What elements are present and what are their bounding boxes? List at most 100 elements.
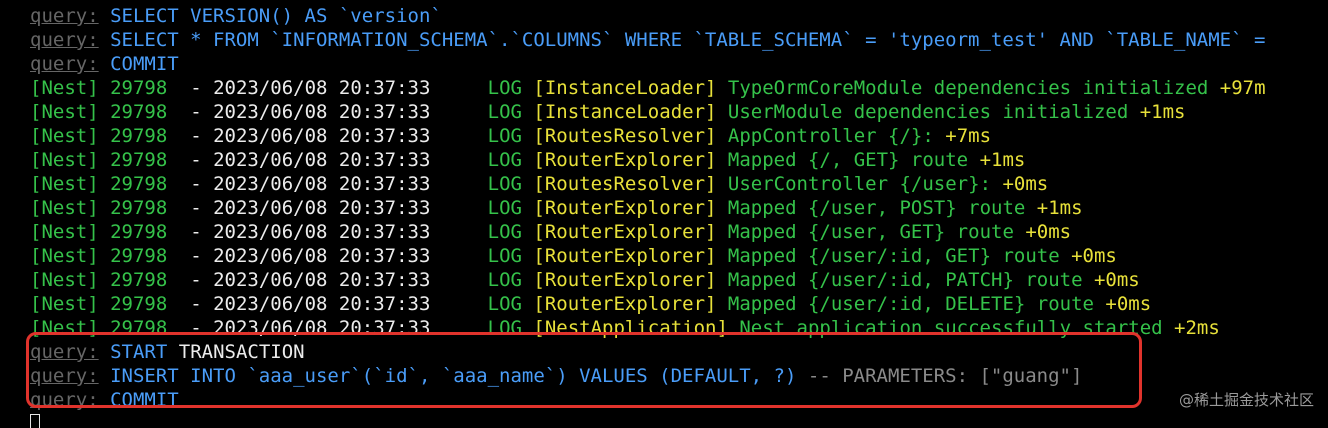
log-pid: 29798: [110, 221, 168, 243]
log-dash: -: [190, 269, 202, 291]
log-level: LOG: [487, 125, 522, 147]
log-level: LOG: [487, 197, 522, 219]
query-line: query: SELECT * FROM `INFORMATION_SCHEMA…: [0, 28, 1328, 52]
log-level: LOG: [487, 149, 522, 171]
log-context: [RouterExplorer]: [533, 149, 717, 171]
log-duration: +0ms: [1025, 221, 1072, 243]
log-dash: -: [190, 245, 202, 267]
log-duration: +0ms: [1105, 293, 1152, 315]
log-context: [RouterExplorer]: [533, 269, 717, 291]
nest-prefix: [Nest]: [30, 221, 99, 243]
log-timestamp: 2023/06/08 20:37:33: [213, 245, 431, 267]
log-pid: 29798: [110, 293, 168, 315]
log-duration: +1ms: [979, 149, 1026, 171]
log-timestamp: 2023/06/08 20:37:33: [213, 269, 431, 291]
log-dash: -: [190, 125, 202, 147]
log-timestamp: 2023/06/08 20:37:33: [213, 149, 431, 171]
log-dash: -: [190, 293, 202, 315]
log-pid: 29798: [110, 269, 168, 291]
log-duration: +1ms: [1036, 197, 1083, 219]
sql-text: COMMIT: [110, 53, 179, 75]
log-context: [RouterExplorer]: [533, 293, 717, 315]
log-line: [Nest] 29798 - 2023/06/08 20:37:33 LOG […: [0, 76, 1328, 100]
log-level: LOG: [487, 101, 522, 123]
log-message: Mapped {/, GET} route: [727, 149, 969, 171]
log-context: [RouterExplorer]: [533, 197, 717, 219]
log-level: LOG: [487, 77, 522, 99]
log-line: [Nest] 29798 - 2023/06/08 20:37:33 LOG […: [0, 244, 1328, 268]
log-pid: 29798: [110, 125, 168, 147]
log-line: [Nest] 29798 - 2023/06/08 20:37:33 LOG […: [0, 148, 1328, 172]
nest-prefix: [Nest]: [30, 293, 99, 315]
log-line: [Nest] 29798 - 2023/06/08 20:37:33 LOG […: [0, 172, 1328, 196]
log-timestamp: 2023/06/08 20:37:33: [213, 293, 431, 315]
log-message: Mapped {/user, GET} route: [727, 221, 1014, 243]
log-message: Mapped {/user/:id, PATCH} route: [727, 269, 1083, 291]
log-duration: +0ms: [1093, 269, 1140, 291]
log-message: Mapped {/user/:id, DELETE} route: [727, 293, 1094, 315]
log-level: LOG: [487, 173, 522, 195]
log-timestamp: 2023/06/08 20:37:33: [213, 77, 431, 99]
nest-prefix: [Nest]: [30, 149, 99, 171]
log-message: Mapped {/user, POST} route: [727, 197, 1026, 219]
query-prefix: query:: [30, 53, 99, 75]
log-line: [Nest] 29798 - 2023/06/08 20:37:33 LOG […: [0, 292, 1328, 316]
terminal-cursor[interactable]: [30, 414, 40, 428]
log-pid: 29798: [110, 77, 168, 99]
log-pid: 29798: [110, 197, 168, 219]
log-level: LOG: [487, 221, 522, 243]
nest-prefix: [Nest]: [30, 77, 99, 99]
nest-prefix: [Nest]: [30, 197, 99, 219]
log-context: [RouterExplorer]: [533, 221, 717, 243]
log-duration: +0ms: [1071, 245, 1117, 267]
query-prefix: query:: [30, 29, 99, 51]
nest-prefix: [Nest]: [30, 101, 99, 123]
log-pid: 29798: [110, 149, 168, 171]
log-dash: -: [190, 101, 202, 123]
log-timestamp: 2023/06/08 20:37:33: [213, 221, 431, 243]
log-message: UserModule dependencies initialized: [727, 101, 1129, 123]
sql-text: SELECT VERSION() AS `version`: [110, 5, 442, 27]
highlight-annotation-box: [26, 332, 1142, 408]
log-line: [Nest] 29798 - 2023/06/08 20:37:33 LOG […: [0, 220, 1328, 244]
log-pid: 29798: [110, 245, 168, 267]
log-timestamp: 2023/06/08 20:37:33: [213, 125, 431, 147]
log-line: [Nest] 29798 - 2023/06/08 20:37:33 LOG […: [0, 268, 1328, 292]
log-timestamp: 2023/06/08 20:37:33: [213, 197, 431, 219]
log-line: [Nest] 29798 - 2023/06/08 20:37:33 LOG […: [0, 100, 1328, 124]
sql-text: SELECT * FROM `INFORMATION_SCHEMA`.`COLU…: [110, 29, 1266, 51]
prompt-line[interactable]: [0, 412, 1328, 428]
log-duration: +1ms: [1139, 101, 1186, 123]
log-dash: -: [190, 173, 202, 195]
log-message: AppController {/}:: [727, 125, 934, 147]
log-duration: +0ms: [1002, 173, 1049, 195]
log-context: [RoutesResolver]: [533, 173, 717, 195]
log-context: [RoutesResolver]: [533, 125, 717, 147]
log-context: [InstanceLoader]: [533, 101, 717, 123]
log-message: Mapped {/user/:id, GET} route: [727, 245, 1060, 267]
log-duration: +7ms: [945, 125, 992, 147]
log-message: TypeOrmCoreModule dependencies initializ…: [727, 77, 1209, 99]
log-timestamp: 2023/06/08 20:37:33: [213, 173, 431, 195]
log-duration: +2ms: [1174, 317, 1220, 339]
log-level: LOG: [487, 293, 522, 315]
log-pid: 29798: [110, 173, 168, 195]
log-level: LOG: [487, 245, 522, 267]
log-dash: -: [190, 77, 202, 99]
nest-prefix: [Nest]: [30, 245, 99, 267]
query-line: query: COMMIT: [0, 52, 1328, 76]
nest-prefix: [Nest]: [30, 125, 99, 147]
log-message: UserController {/user}:: [727, 173, 992, 195]
log-duration: +97m: [1219, 77, 1266, 99]
query-line: query: SELECT VERSION() AS `version`: [0, 4, 1328, 28]
log-line: [Nest] 29798 - 2023/06/08 20:37:33 LOG […: [0, 196, 1328, 220]
nest-prefix: [Nest]: [30, 173, 99, 195]
log-pid: 29798: [110, 101, 168, 123]
log-context: [InstanceLoader]: [533, 77, 717, 99]
log-timestamp: 2023/06/08 20:37:33: [213, 101, 431, 123]
log-dash: -: [190, 149, 202, 171]
query-prefix: query:: [30, 5, 99, 27]
nest-prefix: [Nest]: [30, 269, 99, 291]
log-level: LOG: [487, 269, 522, 291]
log-dash: -: [190, 221, 202, 243]
